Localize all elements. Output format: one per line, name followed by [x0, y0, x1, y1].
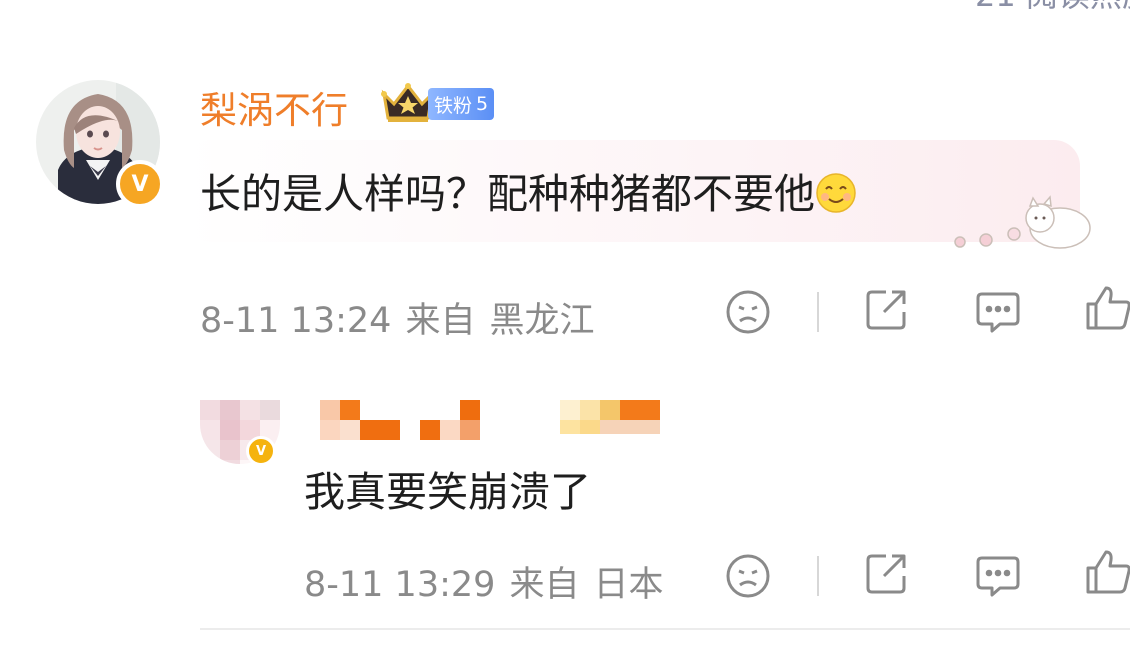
frown-icon[interactable]	[724, 552, 772, 600]
cat-decoration-icon	[954, 195, 1091, 249]
comment-date: 8-11 13:24	[200, 301, 392, 341]
comment-location: 黑龙江	[489, 301, 595, 341]
share-icon[interactable]	[862, 550, 910, 598]
reply-verified-badge: V	[246, 436, 276, 466]
fan-badge-level: 5	[476, 93, 489, 115]
read-count-text: 21 阅读热度	[975, 0, 1130, 16]
reply-username-mosaic[interactable]	[320, 400, 680, 440]
fan-badge: 铁粉 5	[428, 88, 495, 120]
reply-source-label: 来自	[509, 565, 580, 605]
frown-icon[interactable]	[724, 288, 772, 336]
share-icon[interactable]	[862, 286, 910, 334]
comment-text-content: 长的是人样吗？配种种猪都不要他	[200, 170, 815, 218]
action-divider	[817, 556, 819, 596]
smile-emoji-icon	[815, 172, 857, 214]
comment-meta: 8-11 13:24 来自 黑龙江	[200, 292, 608, 343]
comment-text: 长的是人样吗？配种种猪都不要他	[200, 160, 857, 220]
reply-meta: 8-11 13:29 来自 日本	[304, 556, 677, 607]
verified-badge: V	[116, 160, 164, 208]
comment-icon[interactable]	[974, 288, 1022, 336]
username[interactable]: 梨涡不行	[200, 80, 348, 134]
fan-badge-label: 铁粉	[434, 94, 473, 117]
divider	[200, 628, 1130, 630]
reply-location: 日本	[593, 565, 664, 605]
action-divider	[817, 292, 819, 332]
thumbs-up-icon[interactable]	[1084, 548, 1130, 596]
comment-icon[interactable]	[974, 552, 1022, 600]
reply-text: 我真要笑崩溃了	[304, 468, 591, 516]
thumbs-up-icon[interactable]	[1084, 284, 1130, 332]
comment-source-label: 来自	[405, 301, 476, 341]
reply-date: 8-11 13:29	[304, 565, 496, 605]
